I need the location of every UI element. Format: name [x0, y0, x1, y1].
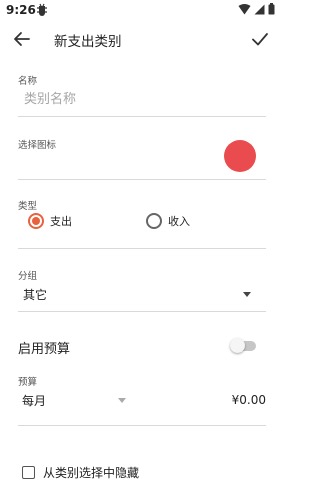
budget-period-dropdown-icon — [118, 398, 126, 403]
icon-picker-label: 选择图标 — [18, 140, 57, 151]
app-bar: 新支出类别 — [0, 24, 281, 54]
type-label: 类型 — [18, 201, 38, 212]
toggle-thumb — [230, 338, 245, 353]
debug-icon — [37, 3, 47, 16]
selected-icon-circle[interactable] — [224, 140, 256, 172]
group-select[interactable]: 其它 — [18, 282, 266, 308]
radio-expense-label: 支出 — [50, 215, 72, 228]
group-value: 其它 — [23, 288, 48, 302]
budget-amount[interactable]: ¥0.00 — [232, 393, 266, 407]
icon-divider — [18, 179, 266, 180]
hide-from-selection-option[interactable]: 从类别选择中隐藏 — [22, 464, 139, 481]
budget-period-select[interactable]: 每月 — [18, 388, 130, 412]
name-divider — [18, 116, 266, 117]
budget-label: 预算 — [18, 377, 38, 388]
status-time: 9:26 — [6, 3, 36, 17]
budget-divider — [18, 425, 266, 426]
radio-expense-button[interactable] — [28, 213, 44, 229]
cellular-icon — [254, 4, 265, 14]
name-label: 名称 — [18, 76, 38, 87]
battery-icon — [268, 3, 275, 15]
page-title: 新支出类别 — [54, 34, 122, 50]
group-divider — [18, 311, 266, 312]
status-icons — [238, 3, 275, 15]
radio-income[interactable]: 收入 — [146, 213, 190, 229]
status-bar: 9:26 — [0, 0, 281, 24]
hide-label: 从类别选择中隐藏 — [43, 466, 140, 480]
save-check-icon[interactable] — [249, 28, 271, 50]
back-arrow-icon[interactable] — [11, 28, 33, 50]
hide-checkbox[interactable] — [22, 466, 35, 479]
radio-income-label: 收入 — [168, 215, 190, 228]
enable-budget-toggle[interactable] — [230, 338, 258, 353]
wifi-icon — [238, 3, 251, 14]
radio-income-button[interactable] — [146, 213, 162, 229]
budget-period-value: 每月 — [22, 394, 47, 408]
radio-expense[interactable]: 支出 — [28, 213, 72, 229]
category-name-input[interactable] — [24, 88, 264, 110]
group-dropdown-icon — [243, 292, 251, 297]
enable-budget-label: 启用预算 — [18, 342, 71, 357]
type-divider — [18, 248, 266, 249]
group-label: 分组 — [18, 271, 38, 282]
